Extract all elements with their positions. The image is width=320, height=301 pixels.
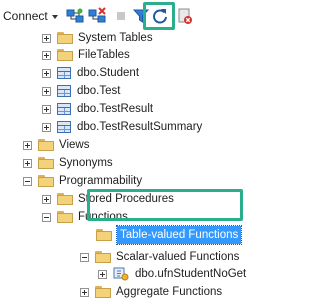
tree-node-label: Programmability [59,175,143,187]
folder-icon [96,229,112,241]
expand-icon[interactable] [42,86,51,96]
chevron-down-icon [51,15,58,19]
collapse-icon[interactable] [42,212,51,222]
tree-node-label: System Tables [78,32,153,44]
new-query-clear-filter-icon[interactable] [176,7,194,25]
folder-icon [95,286,111,298]
tree-node-dbo-student[interactable]: dbo.Student [42,64,139,82]
expand-icon[interactable] [42,68,51,78]
tree-node-label: dbo.ufnStudentNoGet [135,268,247,280]
expand-icon[interactable] [98,269,107,279]
folder-icon [38,139,54,151]
tree-node-aggregate-functions[interactable]: Aggregate Functions [80,283,222,301]
tree-node-scalar-valued-functions[interactable]: Scalar-valued Functions [80,248,239,266]
expand-icon[interactable] [80,287,89,297]
tree-node-system-tables[interactable]: System Tables [42,29,153,47]
tree-node-label: dbo.TestResult [77,103,154,115]
tree-node-label: dbo.TestResultSummary [77,121,203,133]
folder-icon [57,193,73,205]
tree-node-dbo-test[interactable]: dbo.Test [42,82,120,100]
function-icon [113,267,129,281]
expand-icon[interactable] [23,158,32,168]
tree-node-table-valued-functions[interactable]: Table-valued Functions [96,225,243,245]
expand-icon[interactable] [42,122,51,132]
selection-highlight-box [87,189,243,221]
tree-node-label: Synonyms [59,157,113,169]
expand-icon[interactable] [42,104,51,114]
folder-icon [57,211,73,223]
folder-icon [38,175,54,187]
folder-icon [38,157,54,169]
tree-node-dbo-testresult[interactable]: dbo.TestResult [42,100,153,118]
tree-node-dbo-ufnstudentnoget[interactable]: dbo.ufnStudentNoGet [98,265,246,283]
stop-icon[interactable] [112,7,130,25]
tree-node-programmability[interactable]: Programmability [23,172,142,190]
tree-node-label: Aggregate Functions [116,286,223,298]
expand-icon[interactable] [42,50,51,60]
tree-node-label-selected: Table-valued Functions [115,225,243,245]
connect-label: Connect [3,9,48,23]
tree-node-synonyms[interactable]: Synonyms [23,154,113,172]
collapse-icon[interactable] [80,252,89,262]
table-icon [57,121,71,133]
tree-node-dbo-testresultsummary[interactable]: dbo.TestResultSummary [42,118,202,136]
folder-icon [95,251,111,263]
tree-node-filetables[interactable]: FileTables [42,46,130,64]
refresh-highlight-box [143,2,175,30]
tree-node-label: Scalar-valued Functions [116,251,240,263]
object-explorer-tree: System Tables FileTables dbo.Student dbo… [0,29,251,298]
connect-dropdown[interactable]: Connect [3,7,58,25]
expand-icon[interactable] [42,194,51,204]
table-icon [57,103,71,115]
disconnect-icon[interactable] [88,7,106,25]
tree-node-label: Views [59,139,90,151]
table-icon [57,67,71,79]
folder-icon [57,32,73,44]
connect-object-explorer-icon[interactable] [66,7,84,25]
tree-node-label: dbo.Student [77,67,140,79]
collapse-icon[interactable] [23,176,32,186]
tree-node-views[interactable]: Views [23,136,89,154]
tree-node-label: FileTables [78,49,130,61]
object-explorer-toolbar: Connect [0,0,251,32]
table-icon [57,85,71,97]
expand-icon[interactable] [23,140,32,150]
tree-node-label: dbo.Test [77,85,121,97]
folder-icon [57,49,73,61]
expand-icon[interactable] [42,33,51,43]
